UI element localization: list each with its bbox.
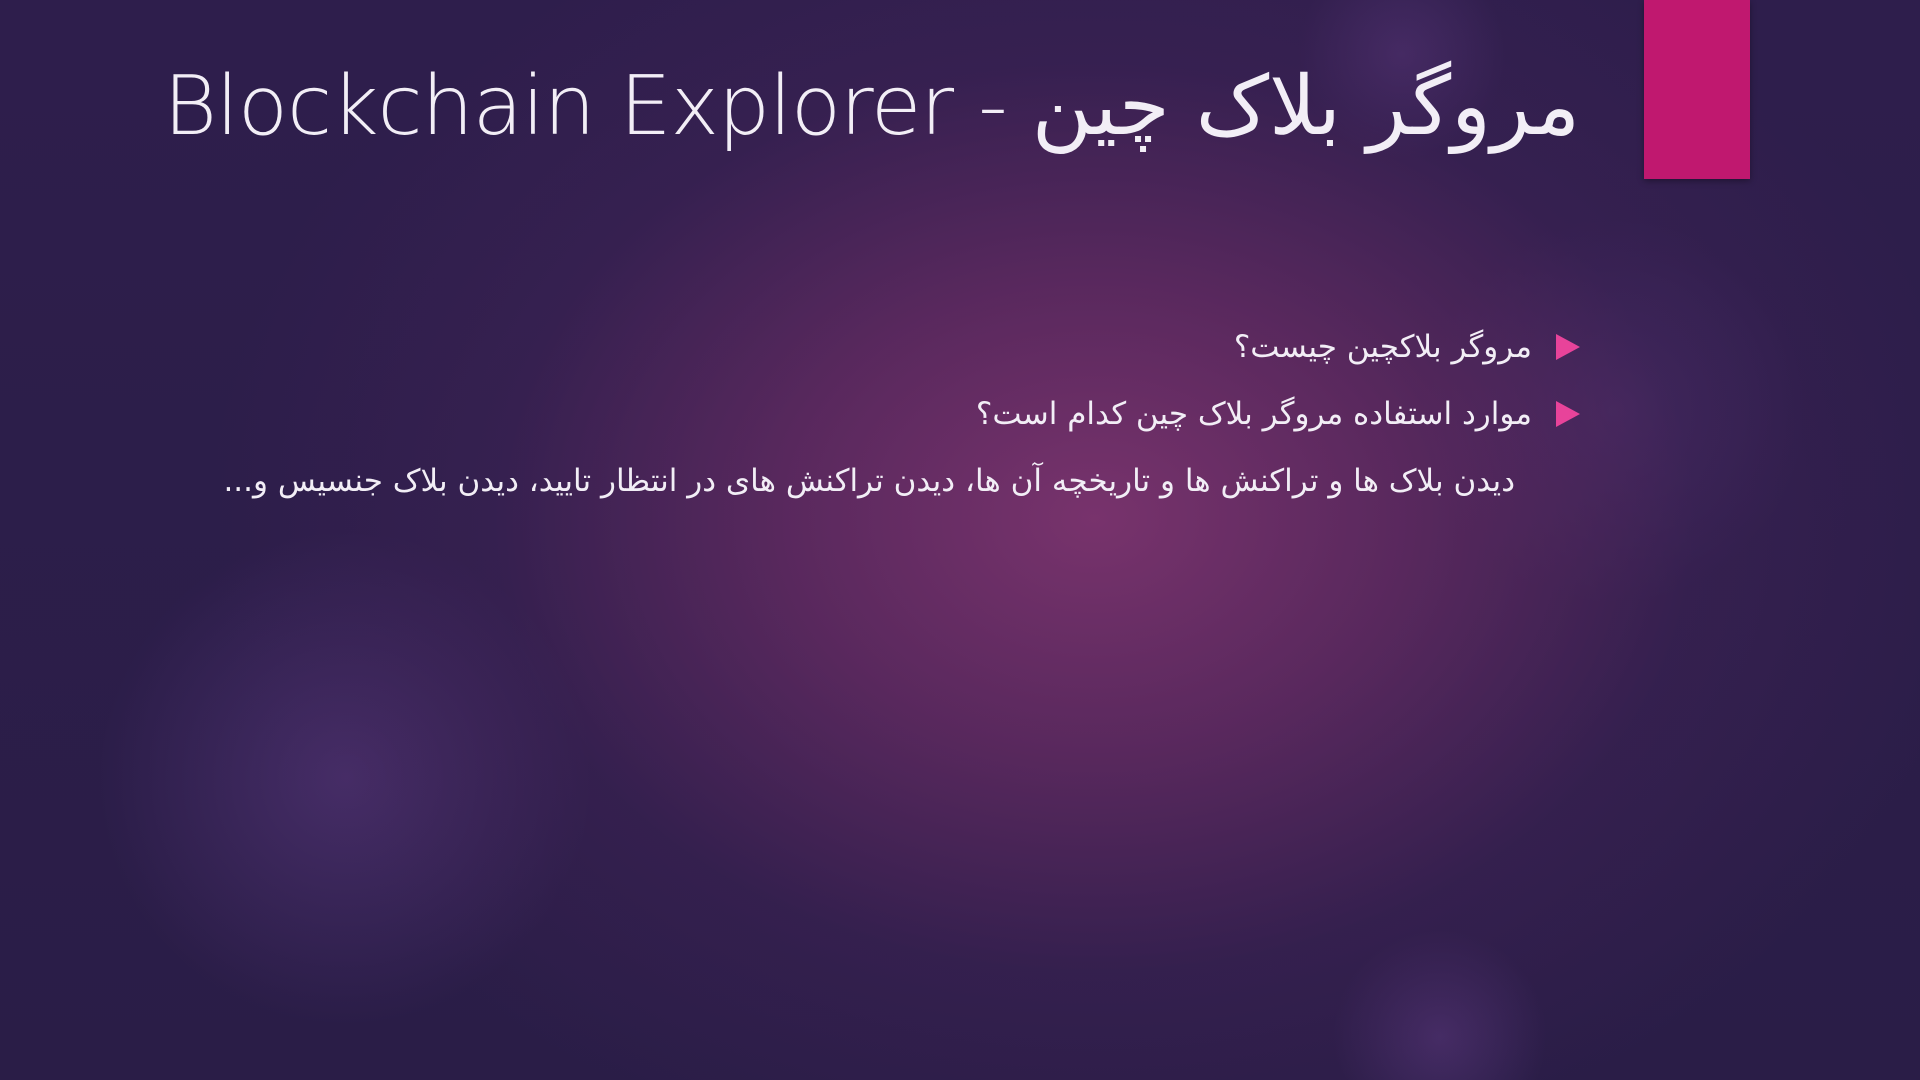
paragraph-text: دیدن بلاک ها و تراکنش ها و تاریخچه آن ها… [223, 463, 1515, 499]
slide-title: Blockchain Explorer - مروگر بلاک چین [163, 59, 1581, 154]
bullet-item: مروگر بلاکچین چیست؟ [150, 318, 1580, 385]
bullet-text: مروگر بلاکچین چیست؟ [1233, 329, 1532, 365]
bullet-item: موارد استفاده مروگر بلاک چین کدام است؟ [150, 385, 1580, 452]
body-paragraph: دیدن بلاک ها و تراکنش ها و تاریخچه آن ها… [150, 452, 1580, 519]
bullet-list: مروگر بلاکچین چیست؟ موارد استفاده مروگر … [150, 318, 1580, 519]
accent-tab [1644, 0, 1750, 179]
triangle-bullet-icon [1556, 401, 1580, 427]
slide: { "slide": { "title": "Blockchain Explor… [0, 0, 1920, 1080]
bullet-text: موارد استفاده مروگر بلاک چین کدام است؟ [975, 396, 1532, 432]
triangle-bullet-icon [1556, 334, 1580, 360]
